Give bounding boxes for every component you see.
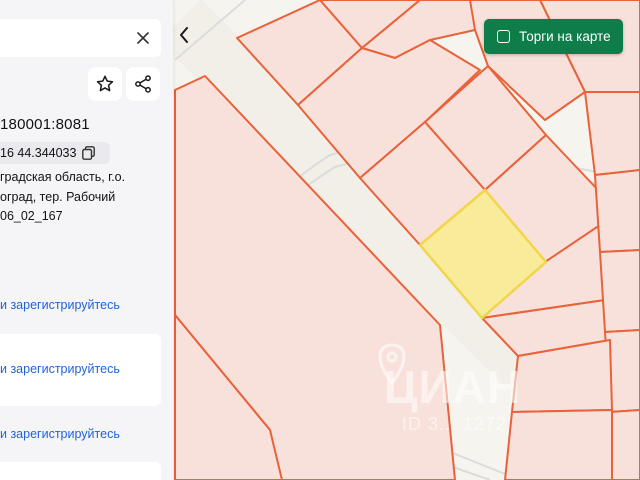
coordinates-text: 16 44.344033 [0,146,77,160]
collapse-panel-button[interactable] [176,24,192,46]
chevron-left-icon [180,27,188,43]
tenders-on-map-toggle[interactable]: Торги на карте [484,19,623,54]
locked-info-card [0,462,161,480]
cadastral-number: 180001:8081 [0,116,90,133]
watermark-id: ID 3... 1272 [402,414,508,434]
coordinates-chip: 16 44.344033 [0,142,110,164]
parcel[interactable] [584,91,640,176]
parcel[interactable] [599,249,640,333]
login-register-link[interactable]: и зарегистрируйтесь [0,298,120,312]
close-icon [137,32,149,44]
login-register-link[interactable]: и зарегистрируйтесь [0,427,120,441]
share-button[interactable] [126,67,160,101]
copy-icon [82,146,96,160]
watermark-brand: ЦИАН [384,361,522,413]
parcel[interactable] [504,409,613,480]
share-icon [135,75,151,93]
parcel[interactable] [594,169,640,253]
login-register-link[interactable]: и зарегистрируйтесь [0,362,120,376]
address-line-2: оград, тер. Рабочий [0,190,116,204]
favorite-button[interactable] [88,67,122,101]
parcel[interactable] [609,409,640,480]
tenders-checkbox[interactable] [497,30,510,43]
copy-coordinates-button[interactable] [82,146,96,160]
close-button[interactable] [133,28,153,48]
tenders-label: Торги на карте [519,29,611,44]
address-line-3: 06_02_167 [0,209,63,223]
parcel-info-panel: 180001:8081 16 44.344033 градская област… [0,0,173,480]
address-line-1: градская область, г.о. [0,170,126,184]
star-icon [96,75,114,92]
panel-header [0,19,161,57]
locked-info-card: и зарегистрируйтесь [0,334,161,406]
